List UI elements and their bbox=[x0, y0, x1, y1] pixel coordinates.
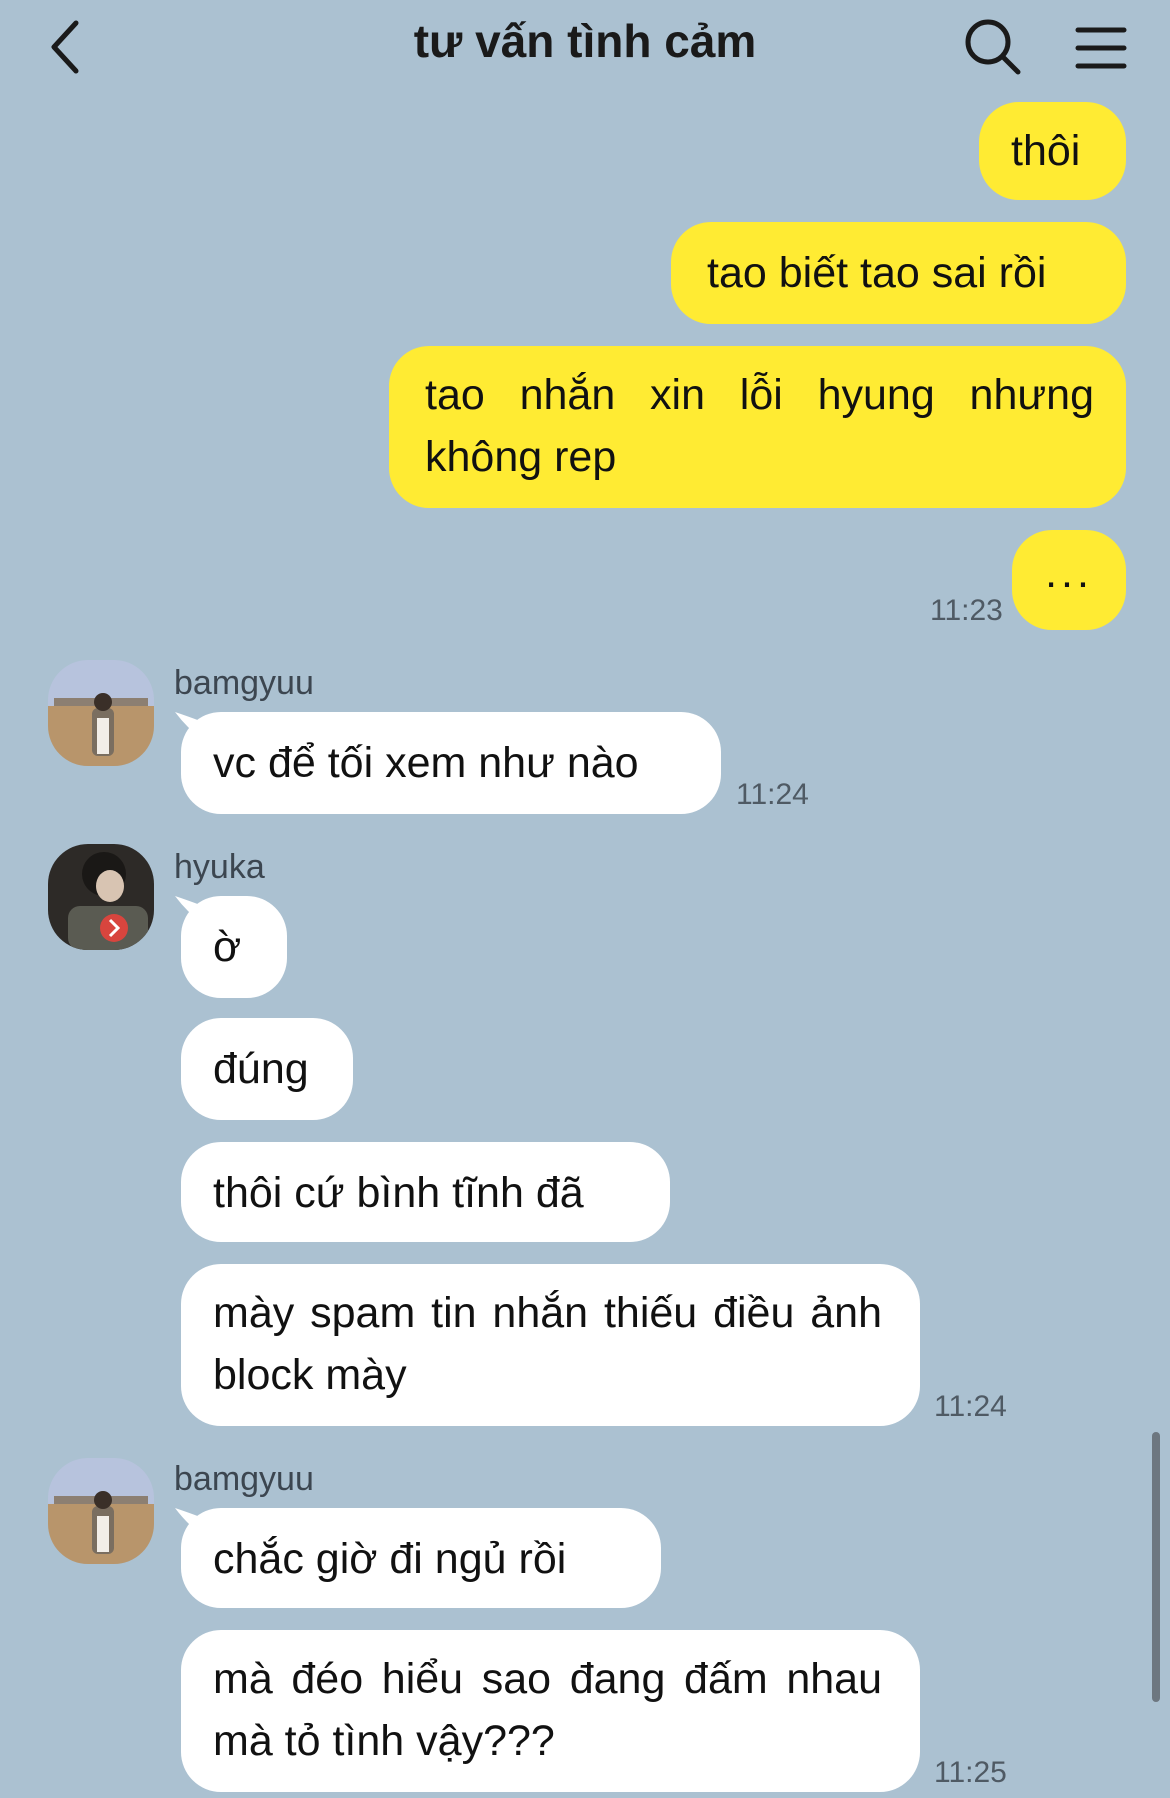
message-text: mà đéo hiểu sao đang đấm nhau mà tỏ tình… bbox=[213, 1655, 882, 1765]
message-text: tao nhắn xin lỗi hyung nhưng không rep bbox=[425, 371, 1094, 481]
message-text: chắc giờ đi ngủ rồi bbox=[213, 1535, 567, 1583]
message-text: ờ bbox=[213, 923, 242, 971]
other-message-bubble[interactable]: chắc giờ đi ngủ rồi bbox=[181, 1508, 661, 1608]
avatar-photo-hyuka bbox=[48, 844, 154, 950]
other-message-bubble[interactable]: mà đéo hiểu sao đang đấm nhau mà tỏ tình… bbox=[181, 1630, 920, 1792]
search-button[interactable] bbox=[962, 16, 1024, 78]
sender-name: hyuka bbox=[174, 848, 265, 886]
message-timestamp: 11:23 bbox=[930, 594, 1003, 627]
my-message-bubble[interactable]: thôi bbox=[979, 102, 1126, 200]
message-text: thôi cứ bình tĩnh đã bbox=[213, 1169, 584, 1217]
chat-header: tư vấn tình cảm bbox=[0, 0, 1170, 100]
my-message-bubble[interactable]: tao biết tao sai rồi bbox=[671, 222, 1126, 324]
message-text: tao biết tao sai rồi bbox=[707, 249, 1047, 297]
message-text: thôi bbox=[1011, 127, 1081, 175]
avatar[interactable] bbox=[48, 660, 154, 766]
search-icon bbox=[965, 19, 1021, 75]
other-message-bubble[interactable]: mày spam tin nhắn thiếu điều ảnh block m… bbox=[181, 1264, 920, 1426]
message-text: vc để tối xem như nào bbox=[213, 739, 639, 787]
other-message-bubble[interactable]: vc để tối xem như nào bbox=[181, 712, 721, 814]
other-message-bubble[interactable]: thôi cứ bình tĩnh đã bbox=[181, 1142, 670, 1242]
avatar[interactable] bbox=[48, 1458, 154, 1564]
my-message-bubble[interactable]: tao nhắn xin lỗi hyung nhưng không rep bbox=[389, 346, 1126, 508]
message-timestamp: 11:24 bbox=[736, 778, 809, 811]
other-message-bubble[interactable]: ờ bbox=[181, 896, 287, 998]
message-text: đúng bbox=[213, 1045, 309, 1093]
avatar-photo-bamgyuu bbox=[48, 1458, 154, 1564]
avatar[interactable] bbox=[48, 844, 154, 950]
other-message-bubble[interactable]: đúng bbox=[181, 1018, 353, 1120]
hamburger-menu-icon bbox=[1075, 27, 1127, 69]
message-text: ... bbox=[1045, 549, 1093, 597]
avatar-photo-bamgyuu bbox=[48, 660, 154, 766]
message-timestamp: 11:25 bbox=[934, 1756, 1007, 1789]
sender-name: bamgyuu bbox=[174, 1460, 314, 1498]
message-timestamp: 11:24 bbox=[934, 1390, 1007, 1423]
chat-screen: tư vấn tình cảm thôi tao biết tao sai rồ… bbox=[0, 0, 1170, 1798]
scrollbar[interactable] bbox=[1152, 1432, 1160, 1702]
message-text: mày spam tin nhắn thiếu điều ảnh block m… bbox=[213, 1289, 882, 1399]
my-message-bubble[interactable]: ... bbox=[1012, 530, 1126, 630]
menu-button[interactable] bbox=[1074, 22, 1128, 74]
sender-name: bamgyuu bbox=[174, 664, 314, 702]
